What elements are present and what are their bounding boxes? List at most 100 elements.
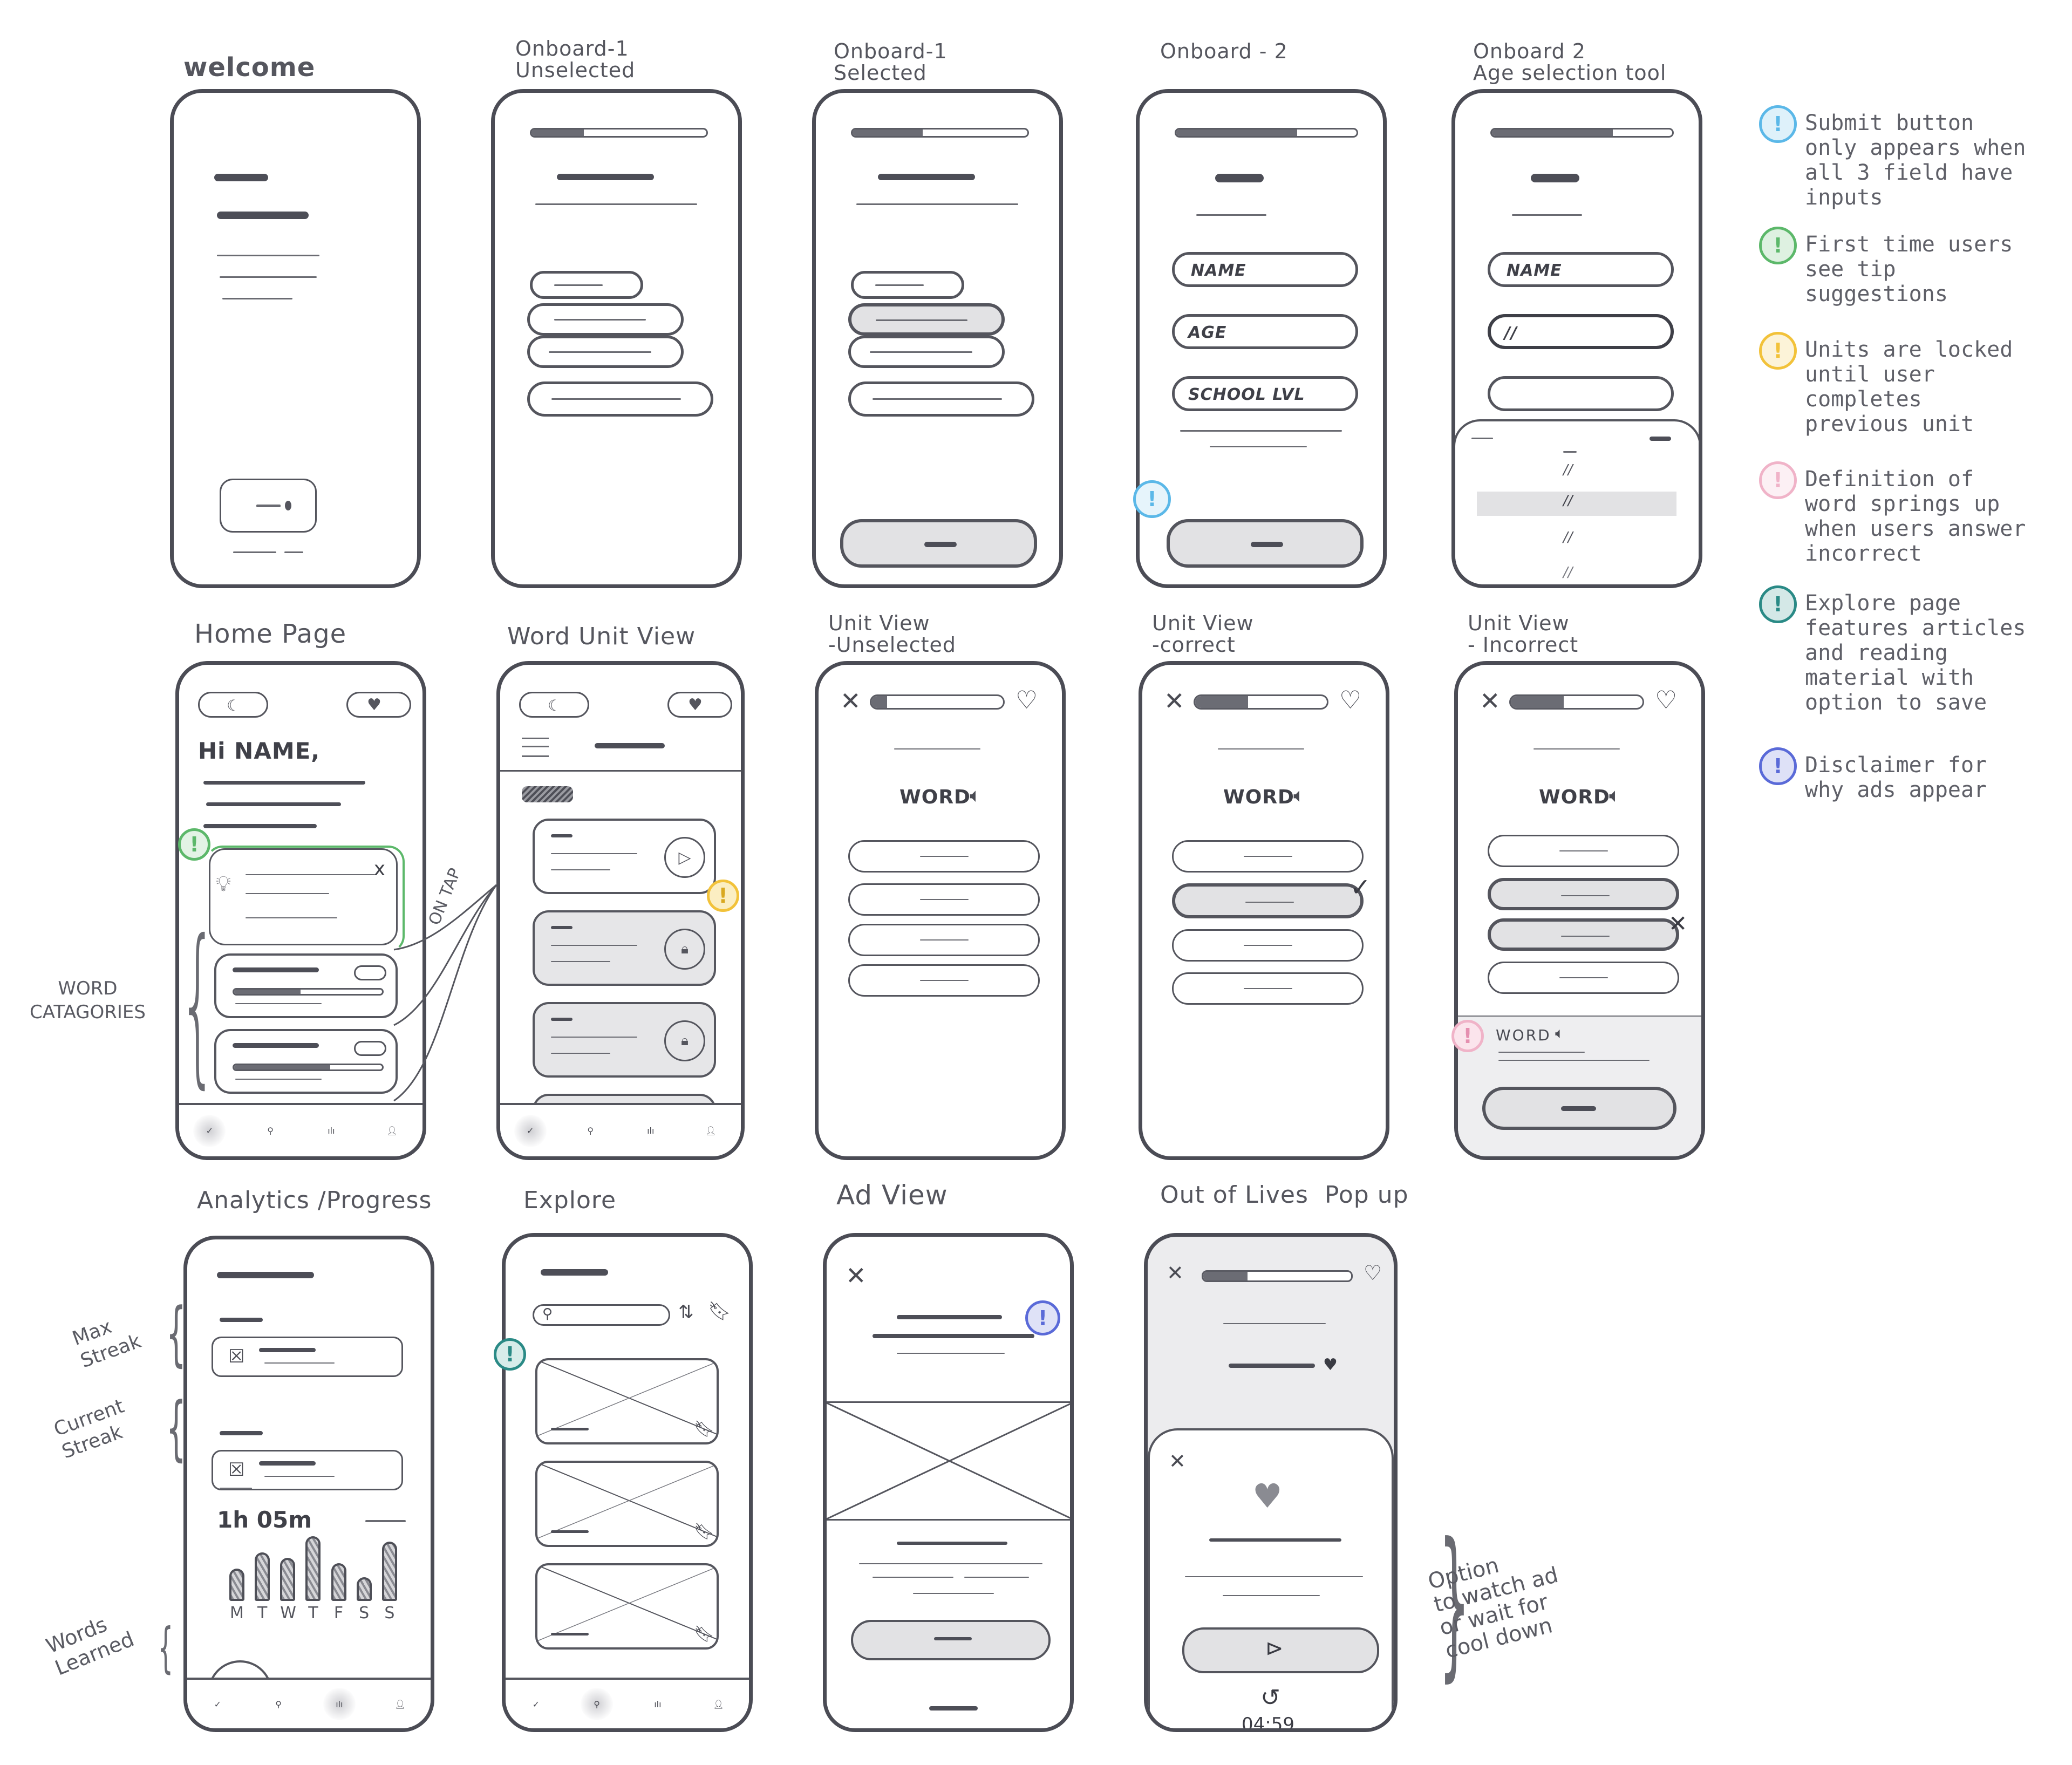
close-icon[interactable]: ✕	[846, 1261, 867, 1290]
close-icon[interactable]: ✕	[1480, 686, 1501, 715]
picker-done[interactable]	[1650, 437, 1671, 441]
progress-fill	[1176, 130, 1297, 136]
nav-analytics-icon[interactable]: ılı	[323, 1688, 356, 1720]
picker-cancel[interactable]	[1471, 438, 1493, 439]
chart-bar	[305, 1536, 321, 1601]
login-link[interactable]	[233, 551, 276, 553]
speaker-icon[interactable]: 🔈︎	[1293, 785, 1305, 807]
watch-ad-button[interactable]: ⊳	[1182, 1627, 1379, 1673]
age-field[interactable]: AGE	[1172, 314, 1358, 349]
close-icon[interactable]: ✕	[1167, 1261, 1184, 1285]
answer-option-3[interactable]	[1172, 929, 1364, 962]
saved-bookmark-icon[interactable]: 🔖︎	[708, 1300, 731, 1322]
option-2[interactable]	[527, 303, 684, 336]
nav-profile-icon[interactable]: 👤︎	[694, 1115, 727, 1147]
answer-option-3-incorrect[interactable]	[1488, 918, 1679, 951]
continue-button[interactable]	[840, 519, 1037, 568]
answer-option-3[interactable]	[848, 924, 1040, 956]
screen-title-unit-correct: Unit View -correct	[1152, 611, 1254, 657]
nav-profile-icon[interactable]: 👤︎	[384, 1688, 417, 1720]
picker-item[interactable]: //	[1563, 529, 1573, 546]
speaker-icon[interactable]: 🔈︎	[970, 785, 982, 807]
nav-explore-icon[interactable]: ⚲	[262, 1688, 295, 1720]
login-link-secondary[interactable]	[284, 551, 303, 553]
name-field[interactable]: NAME	[1172, 252, 1358, 287]
bookmark-icon[interactable]: 🔖︎	[694, 1625, 714, 1644]
submit-button[interactable]	[1167, 519, 1364, 568]
answer-option-2-correct[interactable]	[1172, 883, 1364, 918]
bookmark-icon[interactable]: 🔖︎	[694, 1522, 714, 1541]
nav-profile-icon[interactable]: 👤︎	[703, 1688, 735, 1720]
school-level-field[interactable]	[1488, 376, 1674, 411]
legend-note: First time users see tip suggestions	[1805, 232, 2013, 306]
speaker-icon[interactable]: 🔈︎	[1609, 785, 1621, 807]
answer-option-4[interactable]	[1172, 972, 1364, 1005]
age-picker-sheet[interactable]: // // // //	[1455, 419, 1699, 584]
bookmark-icon[interactable]: 🔖︎	[694, 1420, 714, 1439]
article-card-1[interactable]: 🔖︎	[535, 1358, 719, 1444]
option-1[interactable]	[530, 271, 643, 299]
unit-card-1[interactable]: ▷	[533, 819, 716, 894]
option-1[interactable]	[851, 271, 964, 299]
option-3[interactable]	[848, 336, 1005, 368]
name-field[interactable]: NAME	[1488, 252, 1674, 287]
answer-option-4[interactable]	[1488, 962, 1679, 994]
age-field-active[interactable]: //	[1488, 314, 1674, 349]
nav-home-icon[interactable]: ✓	[514, 1114, 547, 1147]
answer-option-1[interactable]	[848, 840, 1040, 873]
answer-option-4[interactable]	[848, 964, 1040, 997]
lives-chip[interactable]: ♥	[667, 692, 732, 718]
nav-home-icon[interactable]: ✓	[520, 1688, 552, 1720]
option-3[interactable]	[527, 336, 684, 368]
time-period-link[interactable]	[365, 1520, 406, 1522]
ad-cta-button[interactable]	[851, 1620, 1051, 1660]
search-input[interactable]: ⚲	[533, 1304, 670, 1326]
picker-item[interactable]: //	[1563, 564, 1573, 581]
option-4[interactable]	[848, 381, 1034, 417]
lives-chip[interactable]: ♥	[346, 692, 411, 718]
school-level-field[interactable]: SCHOOL LVL	[1172, 376, 1358, 411]
submit-note-badge: !	[1133, 480, 1171, 518]
nav-analytics-icon[interactable]: ılı	[315, 1115, 347, 1147]
continue-button[interactable]	[1482, 1087, 1676, 1130]
picker-item[interactable]: //	[1563, 462, 1573, 478]
nav-explore-icon[interactable]: ⚲	[574, 1115, 606, 1147]
chart-bar	[356, 1577, 372, 1601]
nav-analytics-icon[interactable]: ılı	[635, 1115, 667, 1147]
article-card-2[interactable]: 🔖︎	[535, 1461, 719, 1547]
play-icon[interactable]: ▷	[664, 837, 705, 878]
speaker-icon[interactable]: 🔈︎	[1555, 1024, 1564, 1042]
nav-home-icon[interactable]: ✓	[193, 1114, 226, 1147]
close-icon[interactable]: ✕	[1164, 686, 1185, 715]
menu-icon[interactable]	[522, 738, 549, 757]
nav-explore-icon[interactable]: ⚲	[254, 1115, 287, 1147]
category-card-1[interactable]	[214, 953, 398, 1018]
nav-profile-icon[interactable]: 👤︎	[376, 1115, 408, 1147]
streak-chip[interactable]: ☾	[519, 692, 589, 718]
time-spent-total: 1h 05m	[217, 1507, 312, 1533]
picker-item-selected[interactable]: //	[1563, 493, 1573, 509]
unit-title	[595, 743, 665, 748]
answer-option-2[interactable]	[848, 883, 1040, 916]
streak-chip[interactable]: ☾	[198, 692, 268, 718]
screen-title-home: Home Page	[194, 619, 347, 649]
nav-home-icon[interactable]: ✓	[201, 1688, 234, 1720]
nav-analytics-icon[interactable]: ılı	[642, 1688, 674, 1720]
category-progress	[233, 1064, 384, 1071]
close-icon[interactable]: ✕	[840, 686, 861, 715]
get-started-button[interactable]	[220, 479, 317, 533]
sort-icon[interactable]: ⇅	[678, 1301, 694, 1323]
answer-option-1[interactable]	[1172, 840, 1364, 873]
option-2-selected[interactable]	[848, 303, 1005, 336]
answer-option-1[interactable]	[1488, 835, 1679, 867]
skip-link[interactable]	[929, 1706, 978, 1711]
unit-card-2-locked[interactable]: 🔒︎	[533, 910, 716, 986]
ad-text	[859, 1563, 1042, 1564]
nav-explore-icon[interactable]: ⚲	[581, 1688, 614, 1720]
option-4[interactable]	[527, 381, 713, 417]
category-card-2[interactable]	[214, 1029, 398, 1094]
answer-option-2-correct[interactable]	[1488, 878, 1679, 910]
popup-close-icon[interactable]: ✕	[1169, 1449, 1186, 1473]
unit-card-3-locked[interactable]: 🔒︎	[533, 1002, 716, 1078]
article-card-3[interactable]: 🔖︎	[535, 1563, 719, 1650]
